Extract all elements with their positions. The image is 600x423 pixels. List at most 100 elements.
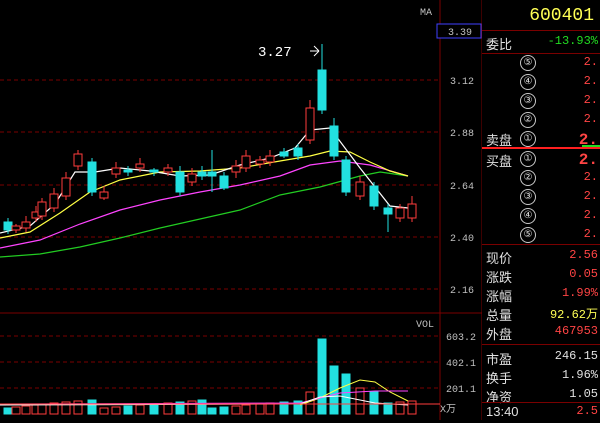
price-box-value: 3.39 (448, 28, 472, 39)
buy-level-price: 2. (578, 151, 598, 169)
buy-level-row: ② 2. (482, 168, 600, 189)
volume-bar (197, 399, 207, 415)
candle (111, 167, 121, 175)
candle (241, 155, 251, 169)
webi-label: 委比 (486, 37, 513, 52)
tick-4: 2.40 (450, 234, 474, 245)
stat-row: 涨幅 1.99% (482, 284, 600, 305)
sell-level-price: 2. (583, 112, 598, 126)
vol-tick-1: 603.2 (446, 333, 476, 344)
volume-bar (87, 399, 97, 415)
stat-value: 0.05 (569, 267, 598, 281)
sell-level-price: 2. (583, 55, 598, 69)
volume-bar (11, 406, 21, 415)
volume-bar (231, 405, 241, 415)
stat-row: 涨跌 0.05 (482, 265, 600, 286)
time-price: 2.5 (576, 404, 598, 418)
volume-bar (21, 405, 31, 415)
candle (293, 147, 303, 157)
stat-row: 换手 1.96% (482, 366, 600, 387)
candle (61, 177, 71, 197)
buy-level-price: 2. (583, 208, 598, 222)
volume-bar (73, 400, 83, 415)
buy-level-price: 2. (583, 189, 598, 203)
candle (395, 207, 405, 219)
stat-value: 2.56 (569, 248, 598, 262)
candle (341, 159, 351, 193)
volume-bar (111, 406, 121, 415)
quote-panel: 600401 委比 -13.93% ⑤ 2. ④ 2. ③ 2. ② 2. ① 2. 卖盘 买盘 … (482, 0, 600, 420)
candle (49, 193, 59, 209)
stat-value: 246.15 (554, 349, 598, 363)
stat-value: 1.96% (561, 368, 598, 382)
tick-2: 2.88 (450, 129, 474, 140)
candles (3, 44, 417, 234)
candle (329, 125, 339, 157)
candle (187, 173, 197, 183)
candle (197, 171, 207, 177)
time-label: 13:40 (486, 404, 519, 419)
sell-level-index: ④ (520, 74, 536, 90)
volume-bar (135, 404, 145, 415)
volume-bar (407, 400, 417, 415)
stat-row: 市盈 246.15 (482, 347, 600, 368)
stat-value: 467953 (554, 324, 598, 338)
kline-chart[interactable]: 3.27 MA 3.39 3.12 2.88 2.64 2.40 2.16 VO… (0, 0, 482, 420)
buy-level-index: ⑤ (520, 227, 536, 243)
sell-level-row: ④ 2. (482, 72, 600, 93)
buy-level-row: ③ 2. (482, 187, 600, 208)
volume-bar (317, 338, 327, 415)
candle (21, 221, 31, 229)
candle (305, 107, 315, 141)
volume-bar (3, 407, 13, 415)
sell-level-row: ⑤ 2. (482, 53, 600, 74)
stat-row: 现价 2.56 (482, 246, 600, 267)
stock-code[interactable]: 600401 (482, 2, 600, 32)
candle (175, 171, 185, 193)
tick-3: 2.64 (450, 182, 474, 193)
buy-level-index: ② (520, 170, 536, 186)
candle (207, 171, 217, 177)
volume-bar (99, 407, 109, 415)
peak-marker: 3.27 (258, 45, 320, 61)
vol-unit: X万 (440, 404, 456, 416)
candle (149, 169, 159, 173)
volume-bar (265, 402, 275, 415)
stat-row: 总量 92.62万 (482, 303, 600, 324)
candle (87, 161, 97, 193)
volume-bars (3, 338, 417, 415)
candle (279, 151, 289, 157)
volume-bar (37, 403, 47, 415)
candle (163, 167, 173, 173)
volume-bar (341, 373, 351, 415)
candle (219, 175, 229, 189)
sell-level-price: 2. (583, 93, 598, 107)
candle (73, 153, 83, 167)
volume-bar (241, 404, 251, 415)
webi-row: 委比 -13.93% (482, 32, 600, 53)
candle (355, 181, 365, 197)
buy-level-index: ④ (520, 208, 536, 224)
candle (383, 207, 393, 215)
stat-label: 外盘 (486, 327, 513, 342)
stat-value: 1.99% (561, 286, 598, 300)
tick-1: 3.12 (450, 77, 474, 88)
volume-bar (255, 403, 265, 415)
candle (135, 163, 145, 169)
stat-row: 外盘 467953 (482, 322, 600, 343)
vol-tick-2: 402.1 (446, 359, 476, 370)
price-gridlines (0, 79, 440, 389)
ma-label: MA (420, 8, 432, 19)
volume-bar (207, 407, 217, 415)
webi-value: -13.93% (547, 34, 598, 48)
candle (231, 165, 241, 173)
buy-level-index: ① (520, 151, 536, 167)
vol-tick-3: 201.1 (446, 385, 476, 396)
buy-level-row: ① 2. (482, 149, 600, 170)
volume-bar (219, 406, 229, 415)
sell-level-price: 2. (583, 74, 598, 88)
sell-level-index: ③ (520, 93, 536, 109)
vol-label: VOL (416, 320, 434, 331)
sell-level-row: ③ 2. (482, 91, 600, 112)
candle (369, 185, 379, 207)
